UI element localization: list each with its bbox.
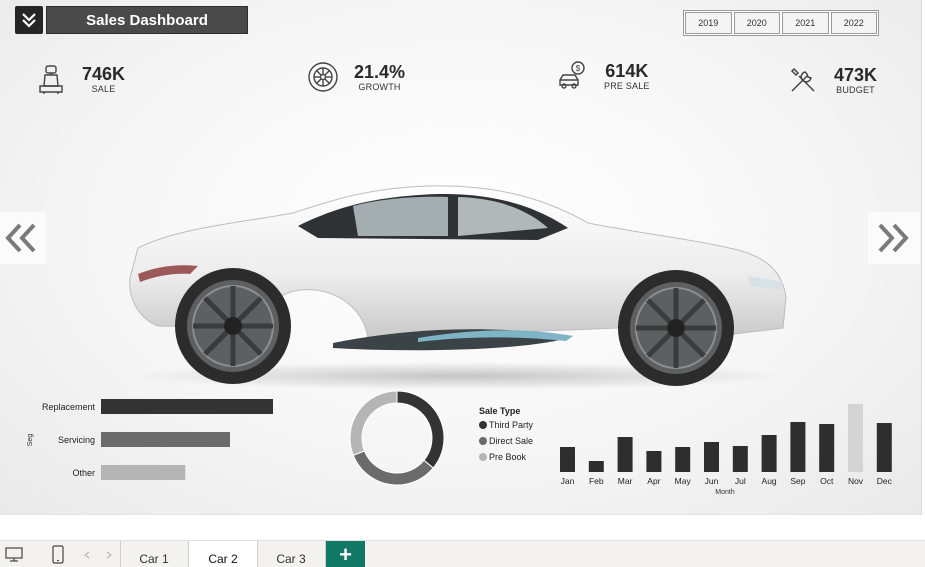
y-axis-label: Seg [27, 434, 34, 447]
report-window: Sales Dashboard 2019 2020 2021 2022 746K [0, 0, 925, 567]
year-slicer: 2019 2020 2021 2022 [683, 10, 879, 36]
month-tick-label: Jun [705, 476, 719, 486]
collapse-button[interactable] [15, 6, 43, 34]
legend-label: Direct Sale [489, 436, 534, 446]
mobile-view-icon[interactable] [50, 545, 66, 565]
month-tick-label: Feb [589, 476, 604, 486]
month-tick-label: Apr [647, 476, 660, 486]
scroll-left-icon[interactable] [82, 550, 92, 560]
month-tick-label: Oct [820, 476, 834, 486]
kpi-growth: 21.4% GROWTH [306, 60, 405, 94]
month-tick-label: Aug [762, 476, 777, 486]
kpi-pre-sale: $ 614K PRE SALE [556, 59, 650, 93]
front-wheel [618, 270, 734, 386]
tab-car-1[interactable]: Car 1 [121, 541, 187, 567]
legend-item-direct-sale[interactable]: Direct Sale [479, 436, 533, 446]
bar-may[interactable] [675, 447, 691, 472]
tab-car-2[interactable]: Car 2 [189, 541, 257, 567]
page-title: Sales Dashboard [46, 6, 248, 34]
sale-type-donut-chart [349, 390, 445, 486]
kpi-growth-value: 21.4% [354, 62, 406, 82]
bar-feb[interactable] [588, 461, 604, 472]
rear-wheel [175, 268, 291, 384]
kpi-budget-value: 473K [834, 65, 878, 85]
kpi-pre-sale-label: PRE SALE [604, 81, 650, 91]
kpi-sale: 746K SALE [34, 62, 125, 96]
category-label: Replacement [42, 402, 96, 412]
desktop-view-icon[interactable] [4, 545, 24, 563]
month-tick-label: Jul [735, 476, 746, 486]
year-button-2019[interactable]: 2019 [685, 12, 732, 34]
year-button-2021[interactable]: 2021 [782, 12, 829, 34]
bar-servicing[interactable] [101, 432, 230, 447]
svg-text:$: $ [576, 64, 581, 73]
report-canvas: Sales Dashboard 2019 2020 2021 2022 746K [0, 0, 922, 515]
sale-type-legend: Sale Type Third Party Direct Sale Pre Bo… [479, 406, 533, 468]
bar-dec[interactable] [876, 423, 892, 472]
bar-jul[interactable] [732, 446, 748, 472]
kpi-sale-label: SALE [91, 84, 116, 94]
monthly-bar-chart: Jan Feb Mar Apr May Jun Jul Aug Sep Oct Nov Dec Mont… [560, 404, 893, 496]
tools-icon [790, 67, 815, 92]
year-button-2022[interactable]: 2022 [830, 12, 877, 34]
legend-dot [479, 437, 487, 445]
bar-nov[interactable] [848, 404, 863, 472]
kpi-growth-label: GROWTH [358, 82, 401, 92]
double-chevron-down-icon [22, 13, 36, 28]
segment-bar-chart: Seg Replacement Servicing Other [27, 399, 273, 480]
legend-item-third-party[interactable]: Third Party [479, 420, 533, 430]
tire-icon [308, 62, 338, 92]
donut-slice-direct-sale[interactable] [352, 450, 434, 486]
bar-replacement[interactable] [101, 399, 273, 414]
month-tick-label: Nov [848, 476, 864, 486]
add-page-button[interactable]: + [326, 541, 365, 567]
bar-other[interactable] [101, 465, 186, 480]
legend-label: Pre Book [489, 452, 527, 462]
category-label: Other [72, 468, 95, 478]
bar-jan[interactable] [560, 447, 575, 472]
donut-slice-third-party[interactable] [396, 390, 445, 469]
prev-car-button[interactable] [0, 212, 46, 264]
donut-slice-pre-book[interactable] [349, 390, 398, 456]
car-dollar-icon: $ [559, 61, 585, 89]
month-tick-label: Sep [790, 476, 805, 486]
legend-title: Sale Type [479, 406, 521, 416]
kpi-budget: 473K BUDGET [786, 63, 877, 97]
bar-jun[interactable] [704, 442, 719, 472]
legend-dot [479, 453, 487, 461]
month-tick-label: Dec [877, 476, 893, 486]
legend-item-pre-book[interactable]: Pre Book [479, 452, 533, 462]
page-navigation-bar: Car 1 Car 2 Car 3 + [0, 540, 925, 567]
bar-aug[interactable] [761, 435, 777, 472]
tab-car-3[interactable]: Car 3 [258, 541, 324, 567]
bar-sep[interactable] [790, 422, 806, 472]
next-car-button[interactable] [868, 212, 920, 264]
bar-mar[interactable] [617, 437, 633, 472]
double-chevron-left-icon [5, 223, 36, 253]
kpi-pre-sale-value: 614K [605, 61, 649, 81]
bar-oct[interactable] [819, 424, 835, 472]
legend-label: Third Party [489, 420, 534, 430]
x-axis-label: Month [715, 489, 735, 496]
kpi-budget-label: BUDGET [836, 85, 875, 95]
bar-apr[interactable] [646, 451, 662, 472]
year-button-2020[interactable]: 2020 [733, 12, 780, 34]
kpi-sale-value: 746K [82, 64, 126, 84]
scroll-right-icon[interactable] [104, 550, 114, 560]
month-tick-label: Jan [561, 476, 575, 486]
car-seat-icon [39, 65, 63, 94]
car-image [128, 185, 788, 390]
double-chevron-right-icon [878, 223, 909, 253]
month-tick-label: Mar [618, 476, 633, 486]
month-tick-label: May [675, 476, 692, 486]
legend-dot [479, 421, 487, 429]
category-label: Servicing [58, 435, 95, 445]
